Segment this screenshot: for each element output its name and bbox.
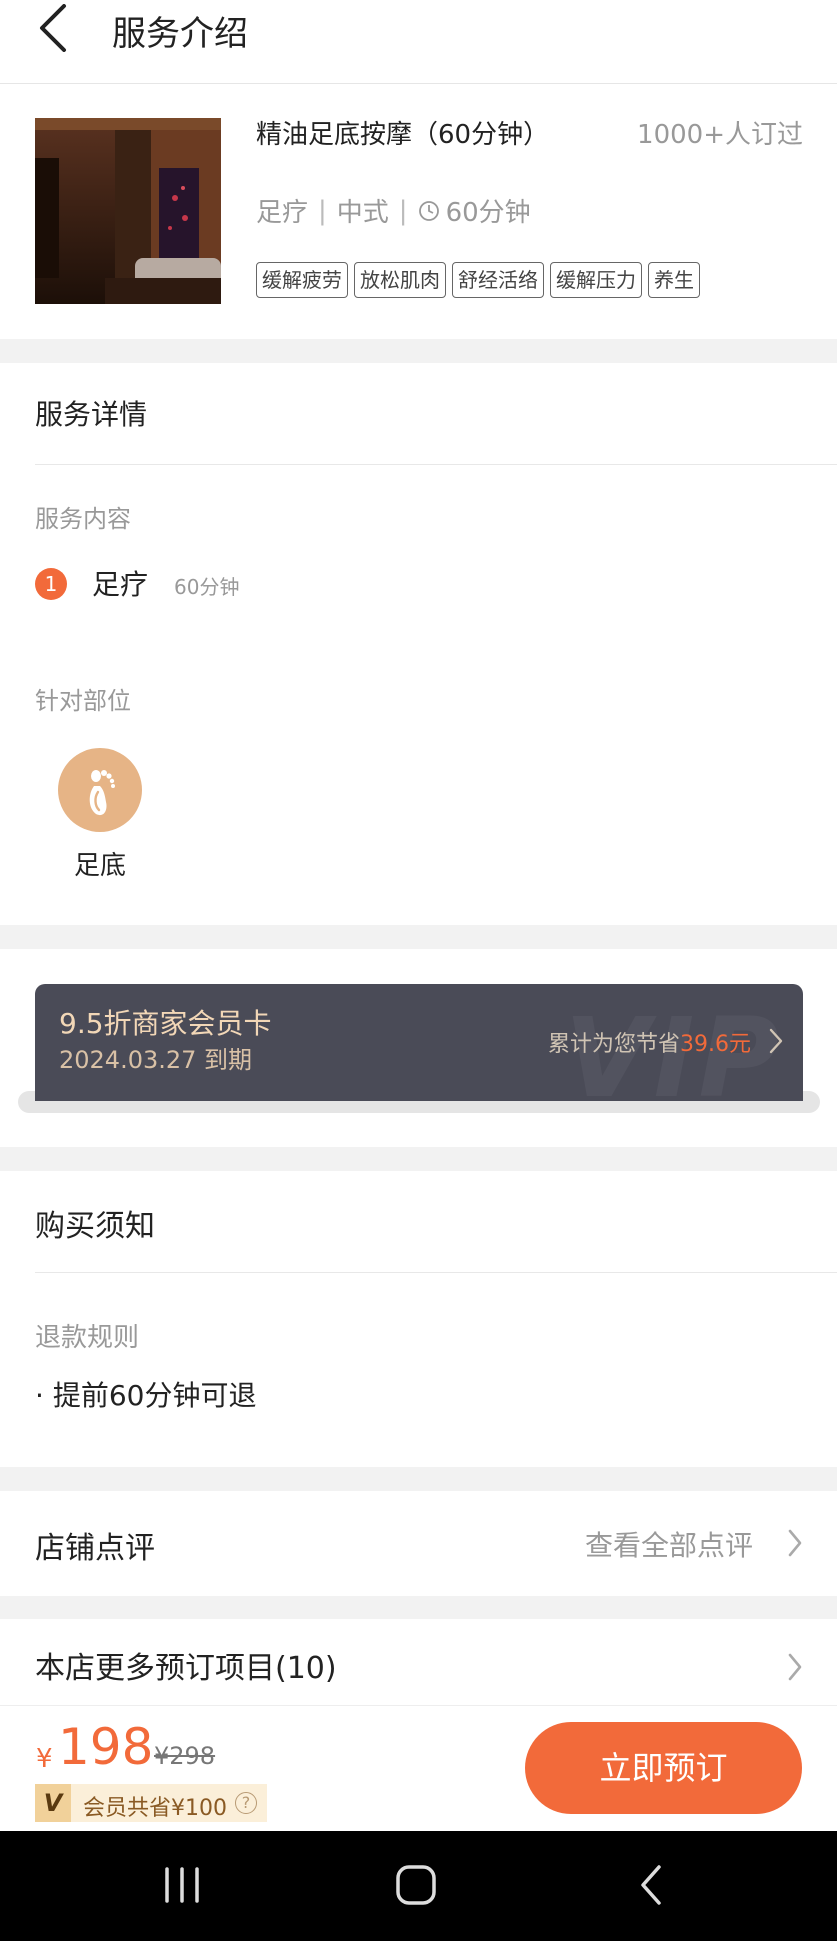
tag: 缓解疲劳 xyxy=(256,262,348,298)
card-name: 9.5折商家会员卡 xyxy=(59,1007,272,1040)
member-savings-text: 会员共省¥100 xyxy=(83,1796,227,1821)
service-detail-section: 服务详情 服务内容 1 足疗 60分钟 针对部位 足底 xyxy=(0,363,837,925)
foot-icon xyxy=(58,748,142,832)
product-summary: 精油足底按摩（60分钟） 1000+人订过 足疗 | 中式 | 60分钟 缓解疲… xyxy=(0,84,837,339)
system-back-button[interactable] xyxy=(591,1831,711,1941)
category-label: 足疗 xyxy=(256,198,309,228)
tag: 养生 xyxy=(648,262,700,298)
original-price: ¥298 xyxy=(154,1742,216,1770)
book-now-button[interactable]: 立即预订 xyxy=(525,1722,802,1814)
product-meta: 足疗 | 中式 | 60分钟 xyxy=(256,192,531,229)
chevron-right-icon xyxy=(788,1529,802,1557)
current-price: 198 xyxy=(58,1718,154,1776)
chevron-right-icon xyxy=(788,1653,802,1681)
purchase-notice-section: 购买须知 退款规则 · 提前60分钟可退 xyxy=(0,1171,837,1467)
tag: 缓解压力 xyxy=(550,262,642,298)
recent-apps-button[interactable] xyxy=(122,1831,242,1941)
currency-symbol: ¥ xyxy=(36,1744,53,1774)
top-header: 服务介绍 xyxy=(0,0,837,84)
section-title: 购买须知 xyxy=(35,1209,155,1244)
more-items-row[interactable]: 本店更多预订项目(10) xyxy=(0,1619,837,1709)
member-savings-badge[interactable]: V 会员共省¥100 ? xyxy=(35,1784,267,1822)
home-button[interactable] xyxy=(356,1831,476,1941)
help-icon[interactable]: ? xyxy=(235,1792,257,1814)
item-number-badge: 1 xyxy=(35,568,67,600)
tag-list: 缓解疲劳 放松肌肉 舒经活络 缓解压力 养生 xyxy=(256,262,706,298)
service-item-duration: 60分钟 xyxy=(174,575,240,599)
divider xyxy=(35,1272,837,1273)
more-items-title: 本店更多预订项目(10) xyxy=(35,1651,337,1686)
style-label: 中式 xyxy=(336,198,389,228)
service-item-name: 足疗 xyxy=(92,568,149,601)
back-button[interactable] xyxy=(30,0,90,56)
target-name: 足底 xyxy=(74,851,127,881)
refund-label: 退款规则 xyxy=(35,1323,140,1353)
content-label: 服务内容 xyxy=(35,505,131,533)
product-name: 精油足底按摩（60分钟） xyxy=(256,120,550,150)
sold-count: 1000+人订过 xyxy=(637,120,803,150)
target-label: 针对部位 xyxy=(35,687,131,715)
tag: 舒经活络 xyxy=(452,262,544,298)
bottom-price-bar: ¥ 198 ¥298 V 会员共省¥100 ? 立即预订 xyxy=(0,1705,837,1831)
member-card[interactable]: VIP 9.5折商家会员卡 2024.03.27 到期 累计为您节省39.6元 xyxy=(35,984,803,1101)
refund-rule-text: 提前60分钟可退 xyxy=(52,1379,257,1412)
refund-rule: · 提前60分钟可退 xyxy=(35,1379,257,1412)
view-all-reviews-link[interactable]: 查看全部点评 xyxy=(585,1524,753,1564)
duration-label: 60分钟 xyxy=(445,198,531,228)
meta-separator: | xyxy=(318,195,327,226)
meta-separator: | xyxy=(398,195,408,226)
page-title: 服务介绍 xyxy=(112,14,248,54)
savings-amount: 39.6元 xyxy=(680,1032,751,1057)
system-nav-bar xyxy=(0,1831,837,1941)
savings-prefix: 累计为您节省 xyxy=(547,1032,680,1057)
reviews-title: 店铺点评 xyxy=(35,1531,155,1566)
product-thumbnail[interactable] xyxy=(35,118,221,304)
divider xyxy=(35,464,837,465)
chevron-right-icon xyxy=(769,1028,783,1054)
chevron-left-icon xyxy=(40,4,66,52)
back-icon xyxy=(641,1865,661,1905)
clock-icon xyxy=(418,200,439,221)
card-expiry: 2024.03.27 到期 xyxy=(59,1046,253,1074)
tag: 放松肌肉 xyxy=(354,262,446,298)
reviews-row[interactable]: 店铺点评 查看全部点评 xyxy=(0,1491,837,1596)
home-icon xyxy=(396,1865,436,1905)
vip-icon: V xyxy=(35,1784,71,1822)
recent-apps-icon xyxy=(165,1867,199,1903)
member-card-section: VIP 9.5折商家会员卡 2024.03.27 到期 累计为您节省39.6元 xyxy=(0,949,837,1147)
section-title: 服务详情 xyxy=(35,398,148,431)
card-savings: 累计为您节省39.6元 xyxy=(548,1026,751,1058)
